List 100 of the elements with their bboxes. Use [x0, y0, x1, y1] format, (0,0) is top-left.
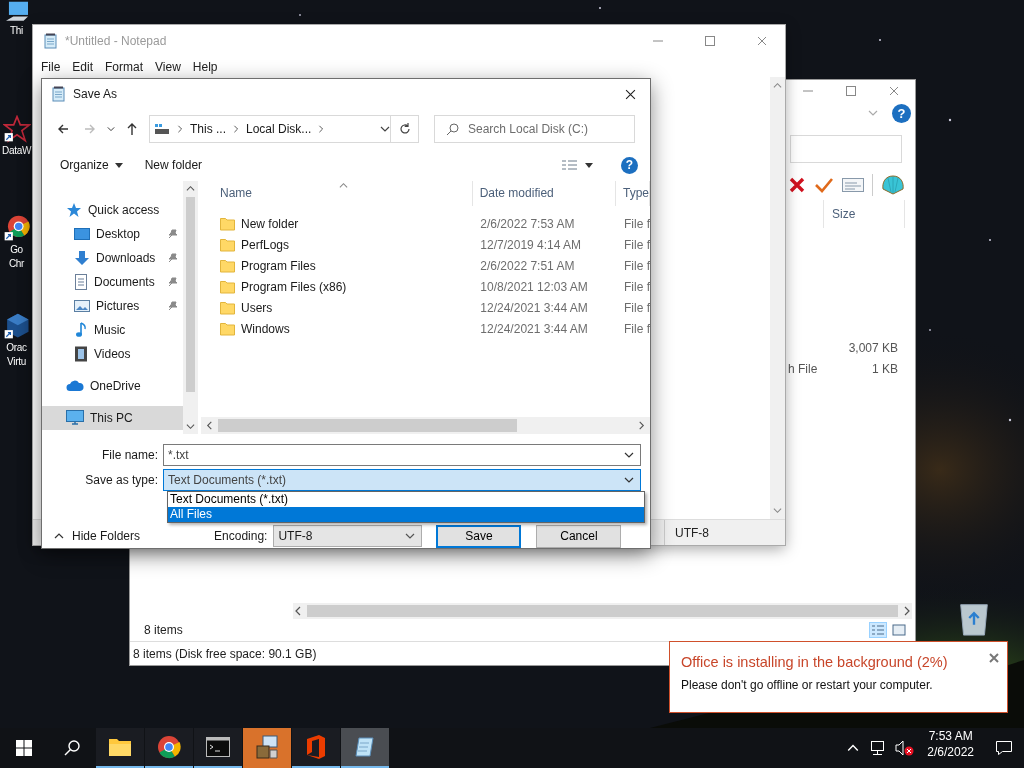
dropdown-caret-icon — [380, 124, 390, 134]
card-icon[interactable] — [842, 178, 864, 192]
nav-item[interactable]: Videos — [42, 342, 183, 366]
date-cell-text: 12/7/2019 4:14 AM — [479, 237, 583, 252]
icon-label[interactable]: Chr — [8, 257, 25, 270]
menu-item[interactable]: View — [149, 59, 187, 74]
office-icon — [305, 735, 327, 759]
dropdown-option[interactable]: All Files — [168, 507, 644, 522]
encoding-status: UTF-8 — [664, 520, 785, 545]
vertical-scrollbar[interactable] — [770, 77, 785, 519]
icon-label[interactable]: Thi — [10, 24, 23, 37]
file-name[interactable]: Program Files (x86) — [241, 279, 347, 294]
nav-item[interactable]: Pictures — [42, 294, 183, 318]
dialog-title: Save As — [73, 87, 119, 101]
menu-item[interactable]: Edit — [66, 59, 100, 74]
save-button[interactable]: Save — [436, 524, 522, 548]
menu-item[interactable]: Help — [186, 59, 224, 74]
breadcrumb[interactable]: This ... — [190, 122, 226, 136]
nav-item[interactable]: This PC — [42, 406, 183, 430]
notepad-icon — [353, 735, 377, 759]
horizontal-scrollbar[interactable] — [293, 603, 912, 619]
delete-icon[interactable] — [788, 176, 806, 194]
refresh-button[interactable] — [391, 115, 419, 143]
search-field[interactable]: Search Local Disk (C:) — [434, 115, 635, 143]
icon-label[interactable]: Virtu — [7, 355, 26, 368]
folder-icon — [220, 216, 235, 231]
taskbar-app[interactable] — [194, 728, 242, 768]
monitor-icon — [66, 410, 84, 426]
icon-label[interactable]: Orac — [6, 341, 27, 354]
checkmark-icon[interactable] — [814, 176, 834, 194]
taskbar-app[interactable] — [292, 728, 340, 768]
horizontal-scrollbar[interactable] — [201, 417, 650, 434]
file-name[interactable]: Windows — [241, 321, 290, 336]
text-field[interactable] — [790, 135, 902, 163]
file-name-field[interactable]: *.txt — [163, 444, 641, 466]
status-text: 8 items (Disk free space: 90.1 GB) — [133, 646, 317, 661]
thumbnail-view-button[interactable] — [890, 622, 908, 638]
muted-speaker-icon[interactable] — [895, 740, 916, 756]
type-cell-text: File f — [623, 279, 650, 294]
network-icon[interactable] — [868, 740, 887, 756]
dropdown-option[interactable]: Text Documents (*.txt) — [168, 492, 644, 507]
view-options-icon[interactable] — [561, 159, 593, 171]
help-button[interactable]: ? — [621, 156, 638, 174]
cube-icon[interactable] — [2, 312, 31, 340]
type-cell-text: File f — [623, 321, 650, 336]
folder-icon — [220, 300, 235, 315]
clock[interactable]: 7:53 AM 2/6/2022 — [921, 728, 984, 768]
vertical-scrollbar[interactable] — [183, 181, 198, 434]
nav-item[interactable]: Music — [42, 318, 183, 342]
taskbar-app[interactable] — [145, 728, 193, 768]
notification-message: Please don't go offline or restart your computer. — [681, 678, 933, 692]
nav-item[interactable]: Desktop — [42, 222, 183, 246]
icon-label[interactable]: Go — [10, 243, 23, 256]
file-name[interactable]: Users — [241, 300, 273, 315]
maximize-icon — [705, 35, 715, 46]
star-icon — [66, 202, 82, 218]
nav-item[interactable]: OneDrive — [42, 374, 183, 398]
document-icon — [74, 274, 88, 290]
date-cell-text: 12/24/2021 3:44 AM — [479, 321, 589, 336]
notepad-icon — [43, 32, 59, 49]
caret-icon — [114, 162, 123, 168]
window-title: *Untitled - Notepad — [65, 33, 168, 48]
caret-icon — [405, 531, 416, 541]
browser-icon[interactable] — [2, 214, 31, 242]
icon-label[interactable]: DataW — [1, 144, 32, 157]
caret-icon — [624, 450, 634, 460]
nav-item[interactable]: Quick access — [42, 198, 183, 222]
shell-icon[interactable] — [881, 175, 905, 195]
close-icon — [624, 88, 636, 100]
nav-item[interactable]: Downloads — [42, 246, 183, 270]
taskbar-app[interactable] — [96, 728, 144, 768]
nav-item[interactable]: Documents — [42, 270, 183, 294]
caret-icon — [902, 606, 912, 616]
caret-icon — [773, 506, 782, 515]
encoding-dropdown[interactable]: UTF-8 — [273, 525, 423, 547]
file-type-dropdown[interactable]: Text Documents (*.txt) — [163, 469, 641, 491]
notification-title: Office is installing in the background (2%) — [681, 654, 948, 670]
file-name[interactable]: New folder — [241, 216, 299, 231]
hide-folders-button[interactable]: Hide Folders — [42, 529, 141, 543]
cancel-button[interactable]: Cancel — [536, 524, 622, 548]
type-cell-text: h File — [788, 361, 819, 376]
type-cell-text: File f — [623, 237, 650, 252]
new-folder-button[interactable]: New folder — [136, 154, 211, 176]
menu-item[interactable]: Format — [99, 59, 150, 74]
download-icon — [74, 250, 90, 266]
taskbar-app[interactable] — [341, 728, 389, 768]
column-header[interactable]: Name — [201, 181, 473, 206]
address-bar[interactable]: This ... Local Disk... — [149, 115, 391, 143]
computer-icon[interactable] — [3, 1, 30, 23]
file-name[interactable]: PerfLogs — [241, 237, 290, 252]
column-header[interactable]: Date modified — [472, 181, 616, 206]
menu-item[interactable]: File — [35, 59, 67, 74]
column-header[interactable]: Type — [616, 181, 650, 206]
app-icon[interactable] — [2, 115, 31, 143]
help-button[interactable]: ? — [892, 103, 911, 123]
breadcrumb[interactable]: Local Disk... — [246, 122, 312, 136]
file-name[interactable]: Program Files — [241, 258, 316, 273]
taskbar-app[interactable] — [243, 728, 291, 768]
column-header[interactable]: Size — [823, 200, 905, 228]
organize-button[interactable]: Organize — [52, 154, 131, 176]
